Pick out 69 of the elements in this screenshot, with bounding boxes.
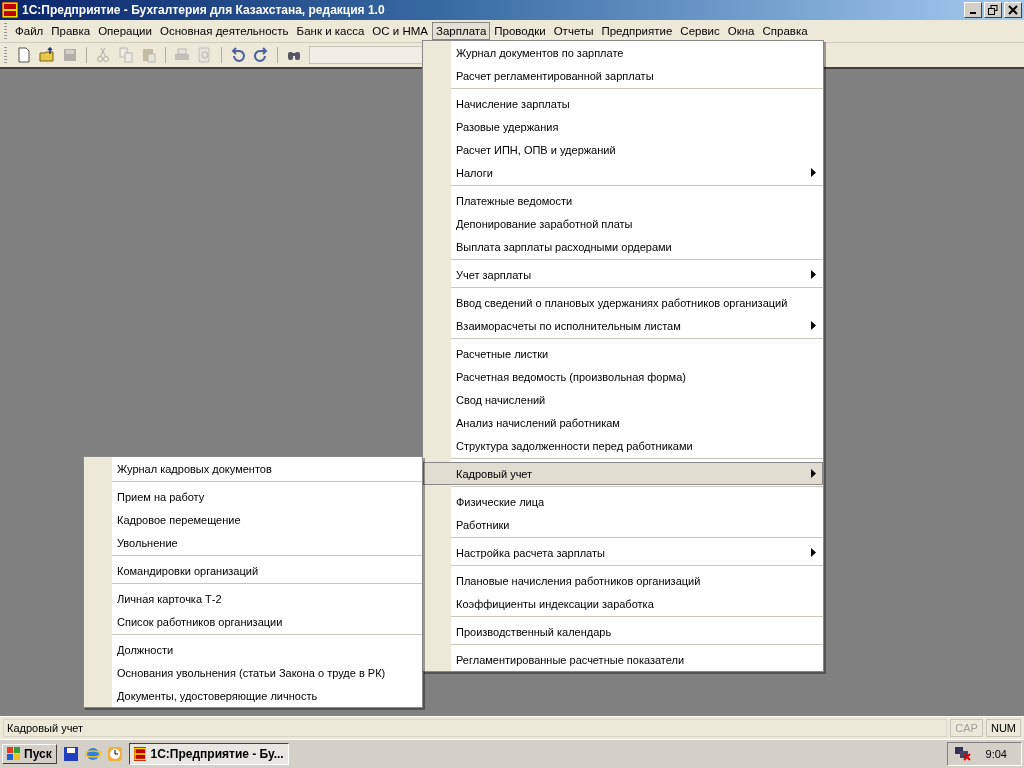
- app-logo-icon: [133, 746, 147, 762]
- network-error-icon[interactable]: [953, 745, 972, 763]
- menu-item[interactable]: Ввод сведений о плановых удержаниях работников организаций: [423, 291, 823, 314]
- menu-item[interactable]: Документы, удостоверяющие личность: [84, 684, 422, 707]
- start-button[interactable]: Пуск: [2, 744, 57, 764]
- taskbar-window-button[interactable]: 1С:Предприятие - Бу...: [128, 743, 289, 765]
- window-title: 1С:Предприятие - Бухгалтерия для Казахстана, редакция 1.0: [22, 3, 386, 17]
- menu-bar-item[interactable]: Зарплата: [431, 22, 491, 40]
- menu-item[interactable]: Взаиморасчеты по исполнительным листам: [423, 314, 823, 337]
- menu-bar-item[interactable]: Основная деятельность: [155, 22, 293, 40]
- browser-icon[interactable]: [84, 746, 101, 762]
- key-indicator: NUM: [985, 719, 1021, 737]
- menu-item[interactable]: Коэффициенты индексации заработка: [423, 592, 823, 615]
- menu-bar-item[interactable]: Справка: [758, 22, 812, 40]
- windows-logo-icon: [7, 747, 21, 761]
- menu-bar-item[interactable]: Отчеты: [549, 22, 598, 40]
- menu-item[interactable]: Начисление зарплаты: [423, 92, 823, 115]
- menu-item[interactable]: Список работников организации: [84, 610, 422, 633]
- menu-item[interactable]: Производственный календарь: [423, 620, 823, 643]
- menu-item[interactable]: Увольнение: [84, 531, 422, 554]
- menu-item[interactable]: Плановые начисления работников организаций: [423, 569, 823, 592]
- menu-item[interactable]: Основания увольнения (статьи Закона о труде в РК): [84, 661, 422, 684]
- menu-item[interactable]: Депонирование заработной платы: [423, 212, 823, 235]
- menu-item[interactable]: Журнал кадровых документов: [84, 457, 422, 480]
- menu-item[interactable]: Расчет регламентированной зарплаты: [423, 64, 823, 87]
- menu-item[interactable]: Кадровый учет: [423, 462, 823, 485]
- menu-item[interactable]: Журнал документов по зарплате: [423, 41, 823, 64]
- menu-bar-item[interactable]: Проводки: [490, 22, 550, 40]
- menu-bar-item[interactable]: Предприятие: [597, 22, 677, 40]
- menu-item[interactable]: Расчетные листки: [423, 342, 823, 365]
- menu-item[interactable]: Расчетная ведомость (произвольная форма): [423, 365, 823, 388]
- menu-item[interactable]: Регламентированные расчетные показатели: [423, 648, 823, 671]
- restore-icon: [988, 5, 998, 15]
- menu-bar-item[interactable]: ОС и НМА: [368, 22, 432, 40]
- status-text: Кадровый учет: [3, 719, 948, 737]
- menu-bar-item[interactable]: Файл: [11, 22, 48, 40]
- menu-item[interactable]: Налоги: [423, 161, 823, 184]
- menu-item[interactable]: Анализ начислений работникам: [423, 411, 823, 434]
- clock-icon[interactable]: [106, 746, 123, 762]
- key-indicator: CAP: [950, 719, 983, 737]
- clock-time: 9:04: [985, 748, 1007, 760]
- open-folder-icon[interactable]: [37, 45, 57, 65]
- menu-item[interactable]: Выплата зарплаты расходными ордерами: [423, 235, 823, 258]
- menu-item[interactable]: Кадровое перемещение: [84, 508, 422, 531]
- menu-item[interactable]: Физические лица: [423, 490, 823, 513]
- grip-icon: [4, 23, 7, 39]
- grip-icon: [4, 47, 7, 63]
- app-logo-icon: [2, 2, 18, 18]
- menu-item[interactable]: Свод начислений: [423, 388, 823, 411]
- menu-item[interactable]: Платежные ведомости: [423, 189, 823, 212]
- menu-item[interactable]: Настройка расчета зарплаты: [423, 541, 823, 564]
- menu-item[interactable]: Личная карточка Т-2: [84, 587, 422, 610]
- menu-item[interactable]: Разовые удержания: [423, 115, 823, 138]
- menu-bar-item[interactable]: Операции: [94, 22, 156, 40]
- menu-bar-item[interactable]: Правка: [47, 22, 95, 40]
- menu-item[interactable]: Должности: [84, 638, 422, 661]
- menu-item[interactable]: Структура задолженности перед работниками: [423, 434, 823, 457]
- close-button[interactable]: [1004, 2, 1022, 18]
- menu-item[interactable]: Работники: [423, 513, 823, 536]
- restore-button[interactable]: [984, 2, 1002, 18]
- close-icon: [1008, 5, 1018, 15]
- minimize-button[interactable]: [964, 2, 982, 18]
- menu-bar-item[interactable]: Сервис: [676, 22, 724, 40]
- menu-item[interactable]: Расчет ИПН, ОПВ и удержаний: [423, 138, 823, 161]
- menu-item[interactable]: Учет зарплаты: [423, 263, 823, 286]
- menu-bar-item[interactable]: Банк и касса: [292, 22, 369, 40]
- menu-bar-item[interactable]: Окна: [723, 22, 759, 40]
- menu-item[interactable]: Командировки организаций: [84, 559, 422, 582]
- menu-item[interactable]: Прием на работу: [84, 485, 422, 508]
